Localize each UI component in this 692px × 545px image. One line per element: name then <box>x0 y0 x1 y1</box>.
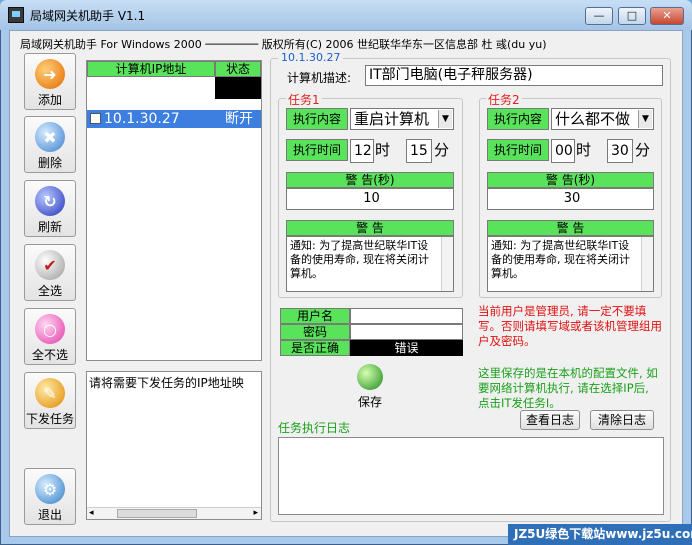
exit-icon: ⚙ <box>35 474 65 504</box>
add-button[interactable]: ➜ 添加 <box>24 53 76 110</box>
task2-warn-text: 通知: 为了提高世纪联华IT设备的使用寿命, 现在将关闭计算机。 <box>491 239 630 280</box>
status-header-cell <box>215 77 261 99</box>
chevron-down-icon[interactable]: ▼ <box>438 110 452 128</box>
username-label: 用户名 <box>280 308 350 324</box>
app-icon <box>8 7 24 23</box>
task1-exec-time-label: 执行时间 <box>286 139 348 161</box>
refresh-label: 刷新 <box>37 220 62 234</box>
task2-exec-content-value: 什么都不做 <box>555 110 631 128</box>
task1-warn-label: 警 告 <box>286 220 454 236</box>
save-note: 这里保存的是在本机的配置文件, 如要网络计算机执行, 请在选择IP后, 点击IT… <box>478 366 658 410</box>
select-all-label: 全选 <box>37 284 62 298</box>
task2-warn-sec-label: 警 告(秒) <box>487 172 654 188</box>
delete-button[interactable]: ✖ 删除 <box>24 116 76 173</box>
task1-minute-unit: 分 <box>434 141 450 159</box>
select-all-button[interactable]: ✔ 全选 <box>24 244 76 301</box>
exit-button[interactable]: ⚙ 退出 <box>24 468 76 525</box>
task2-title: 任务2 <box>486 91 522 108</box>
deselect-all-icon: ○ <box>35 314 65 344</box>
task2-minute-input[interactable]: 30 <box>607 139 633 163</box>
add-icon: ➜ <box>35 59 65 89</box>
view-log-button[interactable]: 查看日志 <box>520 410 580 430</box>
scroll-left-icon[interactable]: ◂ <box>89 508 94 518</box>
dispatch-task-button[interactable]: ✎ 下发任务 <box>24 372 76 429</box>
ip-list-panel <box>86 60 262 361</box>
task1-hour-input[interactable]: 12 <box>350 139 374 163</box>
password-label: 密码 <box>280 324 350 340</box>
task1-warn-textarea[interactable]: 通知: 为了提高世纪联华IT设备的使用寿命, 现在将关闭计算机。 <box>286 236 454 292</box>
task1-title: 任务1 <box>286 91 322 108</box>
dispatch-ip-box[interactable]: 请将需要下发任务的IP地址映 ◂ ▸ <box>86 371 262 520</box>
minimize-button[interactable]: — <box>585 7 613 25</box>
password-input[interactable] <box>350 324 463 340</box>
list-item[interactable]: 10.1.30.27 断开 <box>87 110 261 128</box>
log-textarea[interactable] <box>278 437 664 515</box>
scrollbar-thumb[interactable] <box>117 509 197 518</box>
clear-log-button[interactable]: 清除日志 <box>590 410 654 430</box>
row-ip: 10.1.30.27 <box>104 111 180 127</box>
task2-minute-unit: 分 <box>635 141 651 159</box>
task2-warn-sec-input[interactable]: 30 <box>487 188 654 210</box>
task2-hour-input[interactable]: 00 <box>551 139 575 163</box>
row-checkbox[interactable] <box>90 113 101 124</box>
task2-warn-textarea[interactable]: 通知: 为了提高世纪联华IT设备的使用寿命, 现在将关闭计算机。 <box>487 236 654 292</box>
delete-icon: ✖ <box>35 122 65 152</box>
auth-check-value: 错误 <box>350 340 463 356</box>
window-title: 局域网关机助手 V1.1 <box>30 9 146 23</box>
ip-column-header[interactable]: 计算机IP地址 <box>87 61 215 77</box>
status-column-header[interactable]: 状态 <box>215 61 261 77</box>
header-banner: 局域网关机助手 For Windows 2000 ──────── 版权所有(C… <box>20 38 547 51</box>
task1-minute-input[interactable]: 15 <box>406 139 432 163</box>
task2-exec-content-select[interactable]: 什么都不做 ▼ <box>551 108 654 130</box>
log-title: 任务执行日志 <box>278 421 351 435</box>
close-button[interactable]: ✕ <box>650 7 684 25</box>
task1-exec-content-value: 重启计算机 <box>354 110 430 128</box>
task1-warn-sec-label: 警 告(秒) <box>286 172 454 188</box>
task2-hour-unit: 时 <box>576 141 592 159</box>
save-label: 保存 <box>357 395 382 409</box>
deselect-all-button[interactable]: ○ 全不选 <box>24 308 76 365</box>
desc-label: 计算机描述: <box>287 71 352 85</box>
select-all-icon: ✔ <box>35 250 65 280</box>
refresh-icon: ↻ <box>35 186 65 216</box>
watermark: JZ5U绿色下载站www.jz5u.com <box>508 524 692 545</box>
dispatch-ip-text: 请将需要下发任务的IP地址映 <box>89 376 244 390</box>
task1-exec-content-select[interactable]: 重启计算机 ▼ <box>350 108 454 130</box>
scroll-right-icon[interactable]: ▸ <box>253 508 258 518</box>
task1-warn-scrollbar[interactable] <box>441 237 453 291</box>
task2-exec-content-label: 执行内容 <box>487 108 549 130</box>
desc-input[interactable]: IT部门电脑(电子秤服务器) <box>365 65 663 86</box>
delete-label: 删除 <box>37 156 62 170</box>
task2-warn-label: 警 告 <box>487 220 654 236</box>
task1-warn-text: 通知: 为了提高世纪联华IT设备的使用寿命, 现在将关闭计算机。 <box>290 239 429 280</box>
row-status: 断开 <box>225 111 253 127</box>
add-label: 添加 <box>37 93 62 107</box>
deselect-all-label: 全不选 <box>31 348 68 362</box>
maximize-button[interactable]: □ <box>618 7 646 25</box>
task1-exec-content-label: 执行内容 <box>286 108 348 130</box>
detail-ip: 10.1.30.27 <box>278 51 344 64</box>
save-icon <box>357 364 383 390</box>
dispatch-label: 下发任务 <box>25 412 74 426</box>
exit-label: 退出 <box>37 508 62 522</box>
admin-note: 当前用户是管理员, 请一定不要填写。否则请填写域或者该机管理组用户及密码。 <box>478 304 662 348</box>
task2-exec-time-label: 执行时间 <box>487 139 549 161</box>
save-button[interactable]: 保存 <box>350 364 390 409</box>
task1-hour-unit: 时 <box>375 141 391 159</box>
horizontal-scrollbar[interactable]: ◂ ▸ <box>87 507 261 519</box>
chevron-down-icon[interactable]: ▼ <box>638 110 652 128</box>
username-input[interactable] <box>350 308 463 324</box>
auth-check-label: 是否正确 <box>280 340 350 356</box>
task1-warn-sec-input[interactable]: 10 <box>286 188 454 210</box>
refresh-button[interactable]: ↻ 刷新 <box>24 180 76 237</box>
dispatch-icon: ✎ <box>35 378 65 408</box>
task2-warn-scrollbar[interactable] <box>641 237 653 291</box>
